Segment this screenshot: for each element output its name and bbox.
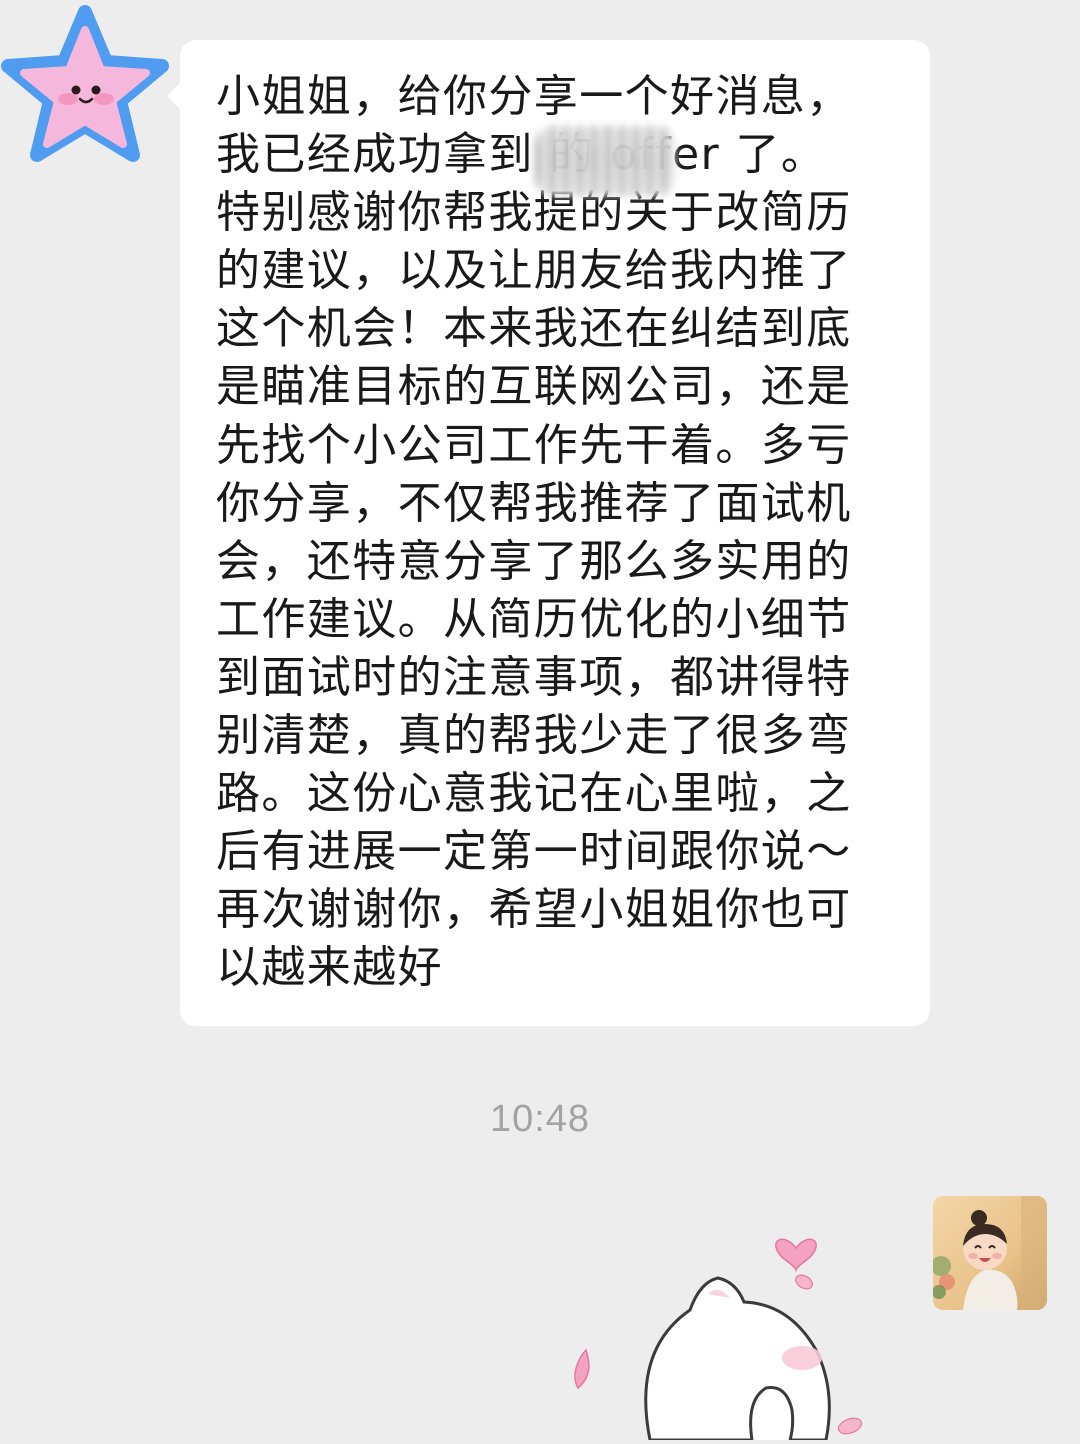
laughing-child-avatar[interactable] [933,1196,1047,1310]
pink-star-avatar[interactable] [0,0,175,175]
redacted-company-name [535,126,675,196]
white-cat-hearts-sticker[interactable] [540,1200,920,1442]
incoming-message-bubble[interactable]: 小姐姐，给你分享一个好消息， 我已经成功拿到 的 offer 了。 特别感谢你帮… [167,40,930,1026]
message-text: 小姐姐，给你分享一个好消息， 我已经成功拿到 的 offer 了。 特别感谢你帮… [216,71,852,994]
heart-icon [775,1238,817,1273]
message-timestamp: 10:48 [489,1098,591,1140]
